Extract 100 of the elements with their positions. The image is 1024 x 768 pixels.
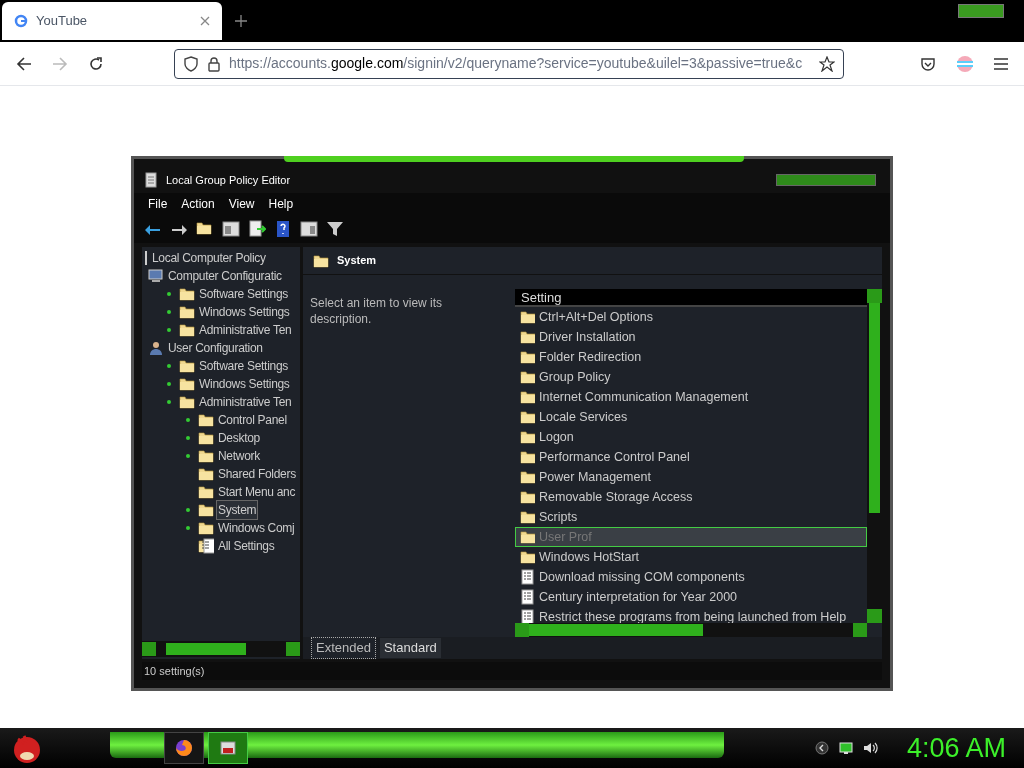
help-icon[interactable] xyxy=(274,220,292,238)
computer-icon xyxy=(148,268,164,284)
tree-item[interactable]: All Settings xyxy=(216,536,277,556)
tree-item[interactable]: Software Settings xyxy=(197,284,290,304)
address-bar[interactable]: https://accounts.google.com/signin/v2/queryname?service=youtube&uilel=3&passive=true&c xyxy=(174,48,844,79)
horizontal-scrollbar[interactable] xyxy=(142,641,300,657)
back-icon[interactable] xyxy=(16,55,32,72)
folder-icon xyxy=(313,252,329,269)
list-row[interactable]: Windows HotStart xyxy=(515,547,867,567)
reload-icon[interactable] xyxy=(88,55,104,72)
lock-icon xyxy=(207,55,221,72)
folder-icon[interactable] xyxy=(196,220,214,238)
list-row[interactable]: Scripts xyxy=(515,507,867,527)
window-title: Local Group Policy Editor xyxy=(166,172,292,188)
new-tab-icon[interactable] xyxy=(234,14,248,28)
folder-icon xyxy=(520,369,535,385)
tree-item[interactable]: Local Computer Policy xyxy=(150,248,268,268)
taskbar-button[interactable] xyxy=(164,732,204,764)
bar-icon xyxy=(144,250,148,266)
folder-icon xyxy=(520,549,535,565)
panel-icon[interactable] xyxy=(222,220,240,238)
list-row[interactable]: Performance Control Panel xyxy=(515,447,867,467)
status-text: 10 setting(s) xyxy=(144,663,205,679)
list-row[interactable]: Locale Services xyxy=(515,407,867,427)
view-tab[interactable]: Standard xyxy=(379,638,441,658)
shield-icon xyxy=(183,55,199,72)
taskbar-button[interactable] xyxy=(208,732,248,764)
list-row[interactable]: Removable Storage Access xyxy=(515,487,867,507)
star-icon[interactable] xyxy=(819,55,835,72)
list-row[interactable]: Internet Communication Management xyxy=(515,387,867,407)
view-tab[interactable]: Extended xyxy=(311,637,376,659)
clock[interactable]: 4:06 AM xyxy=(906,727,1006,768)
tree-item[interactable]: Windows Comj xyxy=(216,518,297,538)
folder-icon xyxy=(520,309,535,325)
policy-icon xyxy=(520,569,535,585)
folder-icon xyxy=(179,304,195,320)
tree-item[interactable]: Computer Configuratic xyxy=(166,266,284,286)
list-row[interactable]: Power Management xyxy=(515,467,867,487)
list-row[interactable]: Driver Installation xyxy=(515,327,867,347)
tree-item[interactable]: Windows Settings xyxy=(197,302,292,322)
folder-icon xyxy=(520,469,535,485)
folder-icon xyxy=(520,509,535,525)
folder-icon xyxy=(179,394,195,410)
list-row[interactable]: Logon xyxy=(515,427,867,447)
globe-icon xyxy=(175,739,193,757)
filter-icon[interactable] xyxy=(326,220,344,238)
list-row[interactable]: Century interpretation for Year 2000 xyxy=(515,587,867,607)
chevron-icon[interactable] xyxy=(814,741,829,755)
folder-icon xyxy=(198,520,214,536)
pocket-icon[interactable] xyxy=(920,55,936,72)
list-row[interactable]: Group Policy xyxy=(515,367,867,387)
export-icon[interactable] xyxy=(248,220,266,238)
menu-item[interactable]: View xyxy=(224,195,259,213)
folder-icon xyxy=(179,376,195,392)
tree-item[interactable]: Network xyxy=(216,446,262,466)
folder-icon xyxy=(520,389,535,405)
folder-icon xyxy=(198,466,214,482)
menu-item[interactable]: Help xyxy=(264,195,298,213)
close-icon[interactable] xyxy=(200,16,210,26)
folder-icon xyxy=(179,286,195,302)
folder-icon xyxy=(520,489,535,505)
monitor-icon[interactable] xyxy=(838,741,853,755)
settings-list-icon xyxy=(198,538,214,554)
folder-icon xyxy=(198,448,214,464)
panel-icon[interactable] xyxy=(300,220,318,238)
folder-icon xyxy=(520,329,535,345)
list-row[interactable]: Download missing COM components xyxy=(515,567,867,587)
list-row[interactable]: Ctrl+Alt+Del Options xyxy=(515,307,867,327)
tree-item[interactable]: Desktop xyxy=(216,428,262,448)
tree-item[interactable]: Control Panel xyxy=(216,410,289,430)
url-text: https://accounts.google.com/signin/v2/queryname?service=youtube&uilel=3&passive=true&c xyxy=(229,54,804,73)
vertical-scrollbar[interactable] xyxy=(867,289,882,623)
browser-tab[interactable]: YouTube xyxy=(2,2,222,40)
list-row[interactable]: Folder Redirection xyxy=(515,347,867,367)
menu-item[interactable]: File xyxy=(144,195,172,213)
folder-icon xyxy=(179,358,195,374)
tab-title: YouTube xyxy=(36,12,89,31)
folder-icon xyxy=(198,412,214,428)
list-row[interactable]: Restrict these programs from being launched from Help xyxy=(515,607,867,623)
tree-item[interactable]: Start Menu anc xyxy=(216,482,298,502)
column-header[interactable]: Setting xyxy=(515,289,867,307)
folder-icon xyxy=(520,429,535,445)
folder-icon xyxy=(520,349,535,365)
folder-icon xyxy=(198,430,214,446)
tree-item[interactable]: Shared Folders xyxy=(216,464,298,484)
menu-icon[interactable] xyxy=(994,57,1008,70)
folder-icon xyxy=(198,484,214,500)
tree-item[interactable]: Administrative Ten xyxy=(197,392,294,412)
menu-item[interactable]: Action xyxy=(177,195,219,213)
folder-icon xyxy=(520,409,535,425)
section-heading: System xyxy=(337,253,377,269)
scroll-icon xyxy=(144,172,158,188)
horizontal-scrollbar[interactable] xyxy=(515,623,867,637)
tree-item[interactable]: Windows Settings xyxy=(197,374,292,394)
speaker-icon[interactable] xyxy=(862,741,879,755)
tree-item[interactable]: User Configuration xyxy=(166,338,265,358)
tree-item[interactable]: Software Settings xyxy=(197,356,290,376)
folder-icon xyxy=(520,449,535,465)
tree-item[interactable]: Administrative Ten xyxy=(197,320,294,340)
tree-item[interactable]: System xyxy=(216,500,259,520)
